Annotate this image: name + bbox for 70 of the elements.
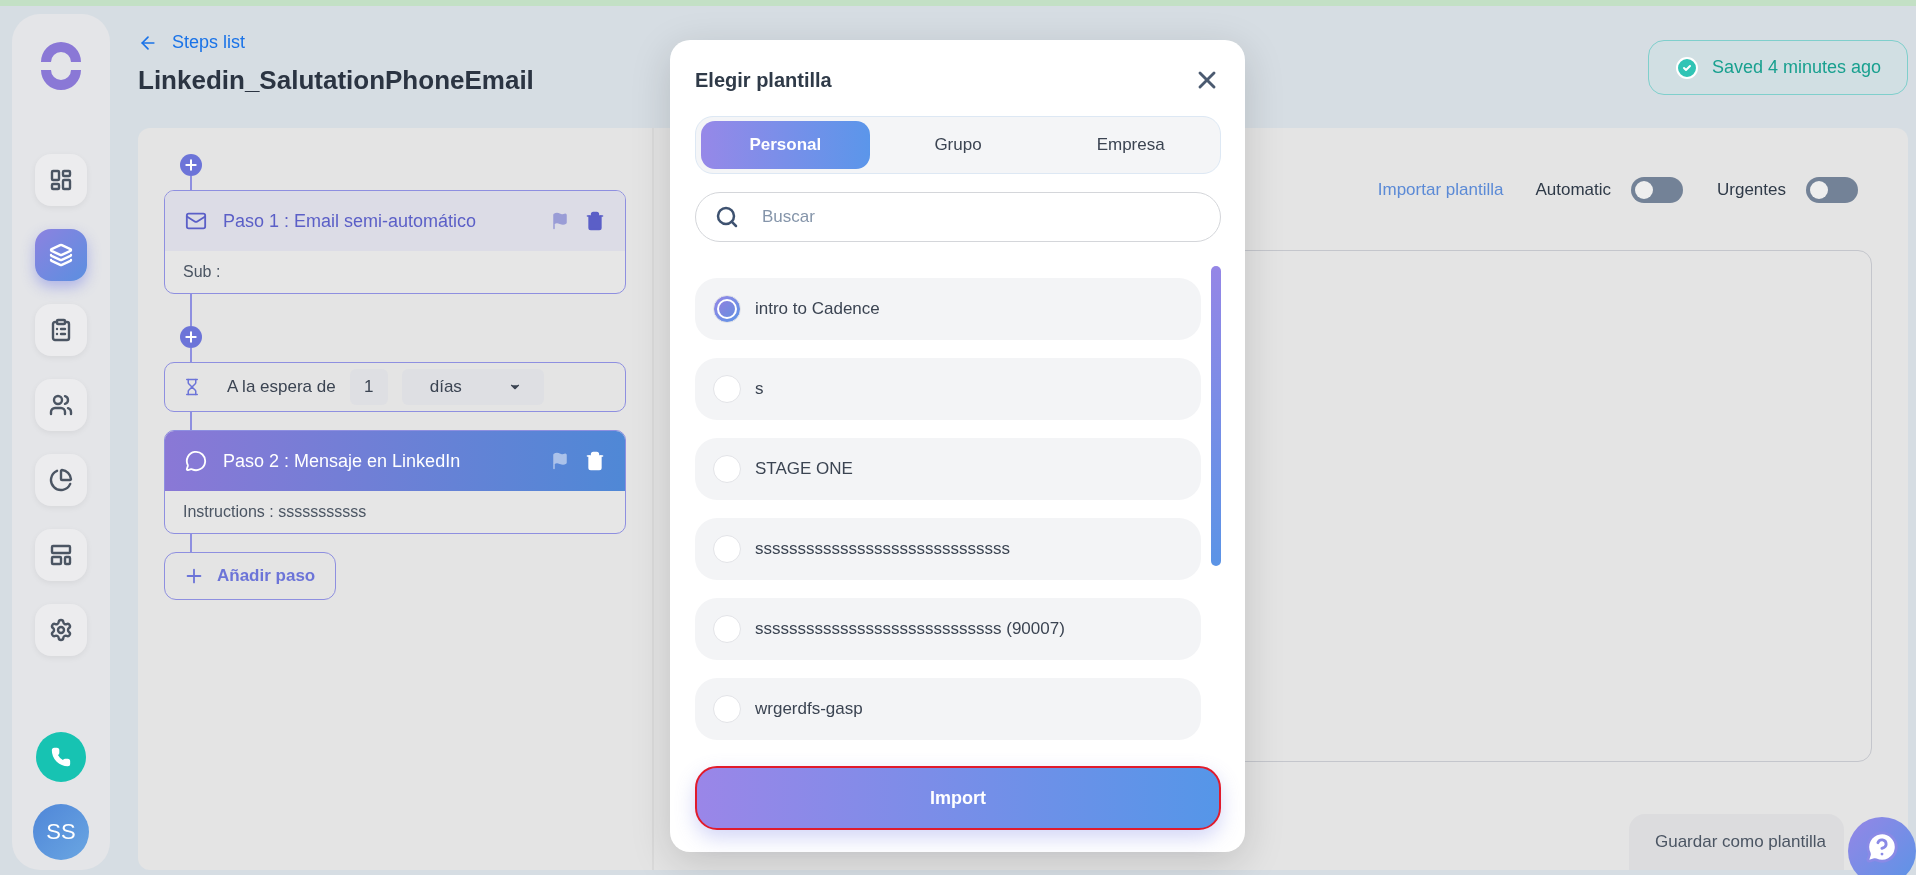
template-item[interactable]: ssssssssssssssssssssssssssssss — [695, 518, 1201, 580]
scrollbar[interactable] — [1211, 266, 1221, 566]
nav-button[interactable] — [35, 154, 87, 206]
add-step-button[interactable] — [180, 154, 202, 176]
step-description: Sub : — [182, 262, 222, 282]
template-item[interactable]: sssssssssssssssssssssssssssss (90007) — [695, 598, 1201, 660]
nav-button[interactable] — [35, 379, 87, 431]
radio-button[interactable] — [713, 695, 741, 723]
amount-field[interactable]: 1 — [349, 369, 388, 405]
layout-icon — [49, 543, 73, 567]
plus-icon — [183, 329, 199, 345]
toggle-label: Automatic — [1535, 180, 1611, 200]
nav-button[interactable] — [35, 454, 87, 506]
step-description: Instructions : sssssssssss — [182, 502, 368, 522]
dashboard-icon — [49, 168, 73, 192]
help-icon — [1865, 830, 1899, 864]
nav-button[interactable] — [35, 604, 87, 656]
radio-button[interactable] — [713, 615, 741, 643]
nav-button[interactable] — [35, 304, 87, 356]
tab[interactable]: Grupo — [873, 121, 1043, 169]
delete-icon[interactable] — [585, 451, 605, 471]
template-item[interactable]: s — [695, 358, 1201, 420]
search-field[interactable]: Buscar — [695, 192, 1221, 242]
template-item[interactable]: wrgerdfs-gasp — [695, 678, 1201, 740]
template-item[interactable]: intro to Cadence — [695, 278, 1201, 340]
help-button[interactable] — [1848, 817, 1916, 875]
phone-icon — [51, 747, 71, 767]
hourglass-icon — [183, 378, 201, 396]
pie-chart-icon — [49, 468, 73, 492]
envelope-icon — [185, 210, 207, 232]
dialog-title: Elegir plantilla — [695, 68, 832, 92]
page-title: Linkedin_SalutationPhoneEmail — [138, 65, 534, 96]
save-template-button[interactable]: Guardar como plantilla — [1628, 814, 1844, 870]
unit-dropdown[interactable]: días — [401, 369, 544, 405]
settings-icon — [49, 618, 73, 642]
clipboard-icon — [49, 318, 73, 342]
toggle-switch[interactable] — [1631, 177, 1683, 203]
step-card[interactable]: Paso 1 : Email semi-automático Sub : — [164, 190, 626, 294]
radio-button[interactable] — [713, 295, 741, 323]
phone-button[interactable] — [36, 732, 86, 782]
delete-icon[interactable] — [585, 211, 605, 231]
radio-button[interactable] — [713, 375, 741, 403]
search-icon — [715, 205, 739, 229]
template-name: sssssssssssssssssssssssssssss (90007) — [755, 619, 1065, 639]
check-icon — [1674, 55, 1699, 80]
add-step-button[interactable] — [180, 326, 202, 348]
toggle-label: Urgentes — [1717, 180, 1786, 200]
template-name: s — [755, 379, 764, 399]
template-item[interactable]: STAGE ONE — [695, 438, 1201, 500]
nav-button[interactable] — [35, 229, 87, 281]
template-name: ssssssssssssssssssssssssssssss — [755, 539, 1010, 559]
chat-icon — [185, 450, 207, 472]
template-name: intro to Cadence — [755, 299, 880, 319]
wait-label: A la espera de — [227, 377, 336, 397]
tab[interactable]: Empresa — [1046, 121, 1215, 169]
step-title: Paso 1 : Email semi-automático — [223, 210, 478, 232]
template-name: wrgerdfs-gasp — [755, 699, 863, 719]
radio-button[interactable] — [713, 535, 741, 563]
saved-status: Saved 4 minutes ago — [1647, 40, 1908, 95]
nav-button[interactable] — [35, 529, 87, 581]
flag-icon[interactable] — [551, 452, 569, 470]
template-name: STAGE ONE — [755, 459, 853, 479]
flag-icon[interactable] — [551, 212, 569, 230]
step-card[interactable]: Paso 2 : Mensaje en LinkedIn Instructions : sssssssssss — [164, 430, 626, 534]
toggle-switch[interactable] — [1806, 177, 1858, 203]
radio-button[interactable] — [713, 455, 741, 483]
plus-icon — [183, 157, 199, 173]
people-icon — [49, 393, 73, 417]
stack-icon — [49, 243, 73, 267]
step-title: Paso 2 : Mensaje en LinkedIn — [223, 450, 462, 472]
